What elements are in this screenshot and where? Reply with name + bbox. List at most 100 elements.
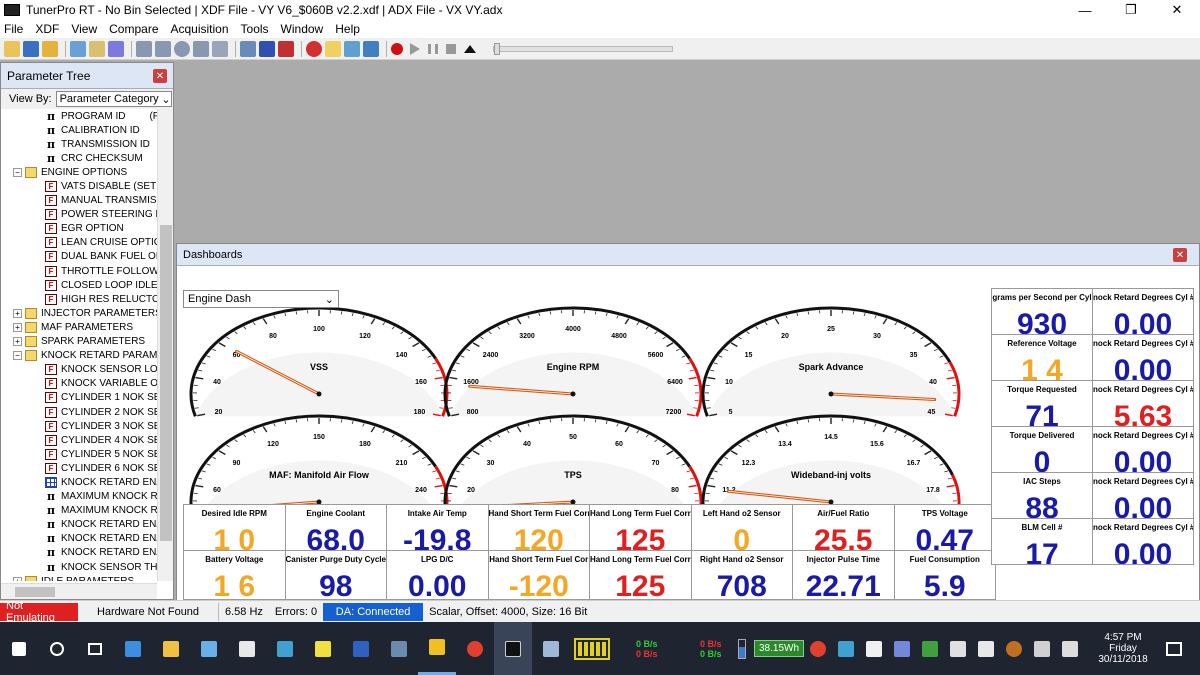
tree-item[interactable]: π CRC CHECKSUM	[1, 151, 157, 165]
tree-item[interactable]: F CLOSED LOOP IDLE O	[1, 278, 157, 292]
chrome-icon[interactable]	[810, 640, 826, 657]
tree-item[interactable]: + SPARK PARAMETERS	[1, 335, 157, 349]
taskbar-app3[interactable]	[342, 622, 380, 675]
expand-icon[interactable]: +	[13, 308, 22, 318]
taskbar-app6[interactable]	[532, 622, 570, 675]
collapse-icon[interactable]: −	[13, 351, 22, 361]
upload-icon[interactable]	[136, 40, 152, 57]
tray-app-icon[interactable]	[838, 640, 854, 657]
taskbar-edge[interactable]	[114, 622, 152, 675]
play-icon[interactable]	[410, 42, 420, 55]
pause-icon[interactable]	[428, 43, 438, 54]
taskbar-chrome[interactable]	[456, 622, 494, 675]
open-folder-icon[interactable]	[42, 40, 58, 57]
new-file-icon[interactable]	[4, 40, 20, 57]
tree-item[interactable]: π KNOCK RETARD ENAB	[1, 518, 157, 532]
task-view-button[interactable]	[76, 622, 114, 675]
swap-icon[interactable]	[259, 40, 275, 57]
stop-icon[interactable]	[446, 43, 456, 54]
tree-item[interactable]: − KNOCK RETARD PARAMET	[1, 349, 157, 363]
tree-item[interactable]: F THROTTLE FOLLOWEF	[1, 264, 157, 278]
collapse-icon[interactable]: −	[13, 167, 22, 177]
nvidia-icon[interactable]	[922, 640, 938, 657]
cursor-icon[interactable]	[212, 40, 228, 57]
taskbar-app1[interactable]	[266, 622, 304, 675]
note-icon[interactable]	[325, 40, 341, 57]
tree-item[interactable]: F CYLINDER 3 NOK SEN	[1, 419, 157, 433]
download-icon[interactable]	[155, 40, 171, 57]
xdf-icon[interactable]	[70, 40, 86, 57]
tree-item[interactable]: π MAXIMUM KNOCK RET	[1, 504, 157, 518]
viewby-select[interactable]: Parameter Category ⌄	[55, 91, 172, 107]
maximize-button[interactable]: ❐	[1108, 0, 1154, 20]
menu-window[interactable]: Window	[281, 22, 324, 36]
usb-icon[interactable]	[1034, 640, 1050, 657]
tree-item[interactable]: + MAF PARAMETERS	[1, 320, 157, 334]
menu-tools[interactable]: Tools	[241, 22, 269, 36]
tree-item[interactable]: F CYLINDER 5 NOK SEN	[1, 447, 157, 461]
tray-app-icon[interactable]	[866, 640, 882, 657]
close-icon[interactable]: ✕	[153, 69, 167, 83]
tree-item[interactable]: F KNOCK SENSOR LOGI	[1, 363, 157, 377]
menu-compare[interactable]: Compare	[109, 22, 158, 36]
tree-item[interactable]: F VATS DISABLE (SET IS	[1, 179, 157, 193]
menu-xdf[interactable]: XDF	[35, 22, 59, 36]
stop-circle-icon[interactable]	[174, 40, 190, 57]
playback-slider[interactable]	[493, 42, 673, 55]
tree-item[interactable]: F LEAN CRUISE OPTION	[1, 236, 157, 250]
tree-item[interactable]: π KNOCK SENSOR THRE	[1, 560, 157, 574]
tree-item[interactable]: π KNOCK RETARD ENAB	[1, 546, 157, 560]
discord-icon[interactable]	[894, 640, 910, 657]
tree-item[interactable]: + IDLE PARAMETERS	[1, 574, 157, 581]
search-button[interactable]	[38, 622, 76, 675]
tree-item[interactable]: F CYLINDER 1 NOK SEN	[1, 391, 157, 405]
tree-item[interactable]: KNOCK RETARD ENAB	[1, 475, 157, 489]
verify-icon[interactable]	[193, 40, 209, 57]
grid-icon[interactable]	[278, 40, 294, 57]
expand-icon[interactable]: +	[13, 322, 22, 332]
taskbar-mail[interactable]	[228, 622, 266, 675]
tree-item[interactable]: F CYLINDER 4 NOK SEN	[1, 433, 157, 447]
taskbar-explorer[interactable]	[152, 622, 190, 675]
taskbar-store[interactable]	[190, 622, 228, 675]
gear-icon[interactable]	[240, 40, 256, 57]
tree-item[interactable]: π TRANSMISSION ID	[1, 137, 157, 151]
tree-item[interactable]: F CYLINDER 6 NOK SEN	[1, 461, 157, 475]
pen-icon[interactable]	[1062, 640, 1078, 657]
eject-icon[interactable]	[464, 44, 476, 53]
cloud-icon[interactable]	[950, 640, 966, 657]
menu-acquisition[interactable]: Acquisition	[171, 22, 229, 36]
tree-item[interactable]: F HIGH RES RELUCTOR	[1, 292, 157, 306]
menu-file[interactable]: File	[4, 22, 23, 36]
start-button[interactable]	[0, 622, 38, 675]
notification-button[interactable]	[1166, 622, 1182, 675]
menu-help[interactable]: Help	[335, 22, 360, 36]
tree-view[interactable]: π PROGRAM ID (F π CALIBRATION ID π TRANSMISSIO…	[1, 109, 157, 581]
chart-icon[interactable]	[344, 40, 360, 57]
close-icon[interactable]: ✕	[1173, 248, 1187, 262]
expand-icon[interactable]: +	[13, 576, 22, 581]
tree-item[interactable]: F DUAL BANK FUEL OPT	[1, 250, 157, 264]
tree-horizontal-scrollbar[interactable]	[1, 583, 157, 599]
tree-item[interactable]: π CALIBRATION ID	[1, 123, 157, 137]
dashboard-select[interactable]: Engine Dash ⌄	[183, 290, 339, 308]
minimize-button[interactable]: —	[1062, 0, 1108, 20]
gauge-icon[interactable]	[306, 40, 322, 57]
tree-item[interactable]: F POWER STEERING PR	[1, 208, 157, 222]
tree-item[interactable]: F KNOCK VARIABLE OPT	[1, 377, 157, 391]
taskbar-app5[interactable]	[418, 622, 456, 675]
dashboard-icon[interactable]	[363, 40, 379, 57]
tree-item[interactable]: + INJECTOR PARAMETERS	[1, 306, 157, 320]
tree-item[interactable]: − ENGINE OPTIONS	[1, 165, 157, 179]
tree-vertical-scrollbar[interactable]	[157, 109, 173, 581]
record-icon[interactable]	[391, 42, 403, 55]
tree-item[interactable]: π PROGRAM ID (F	[1, 109, 157, 123]
tree-item[interactable]: F EGR OPTION	[1, 222, 157, 236]
tray-app-icon[interactable]	[1006, 640, 1022, 657]
taskbar-app4[interactable]	[380, 622, 418, 675]
tree-item[interactable]: F MANUAL TRANSMISSI	[1, 194, 157, 208]
close-button[interactable]: ✕	[1154, 0, 1200, 20]
tray-app-icon[interactable]	[978, 640, 994, 657]
edit-xdf-icon[interactable]	[108, 40, 124, 57]
tree-item[interactable]: π MAXIMUM KNOCK RET	[1, 490, 157, 504]
